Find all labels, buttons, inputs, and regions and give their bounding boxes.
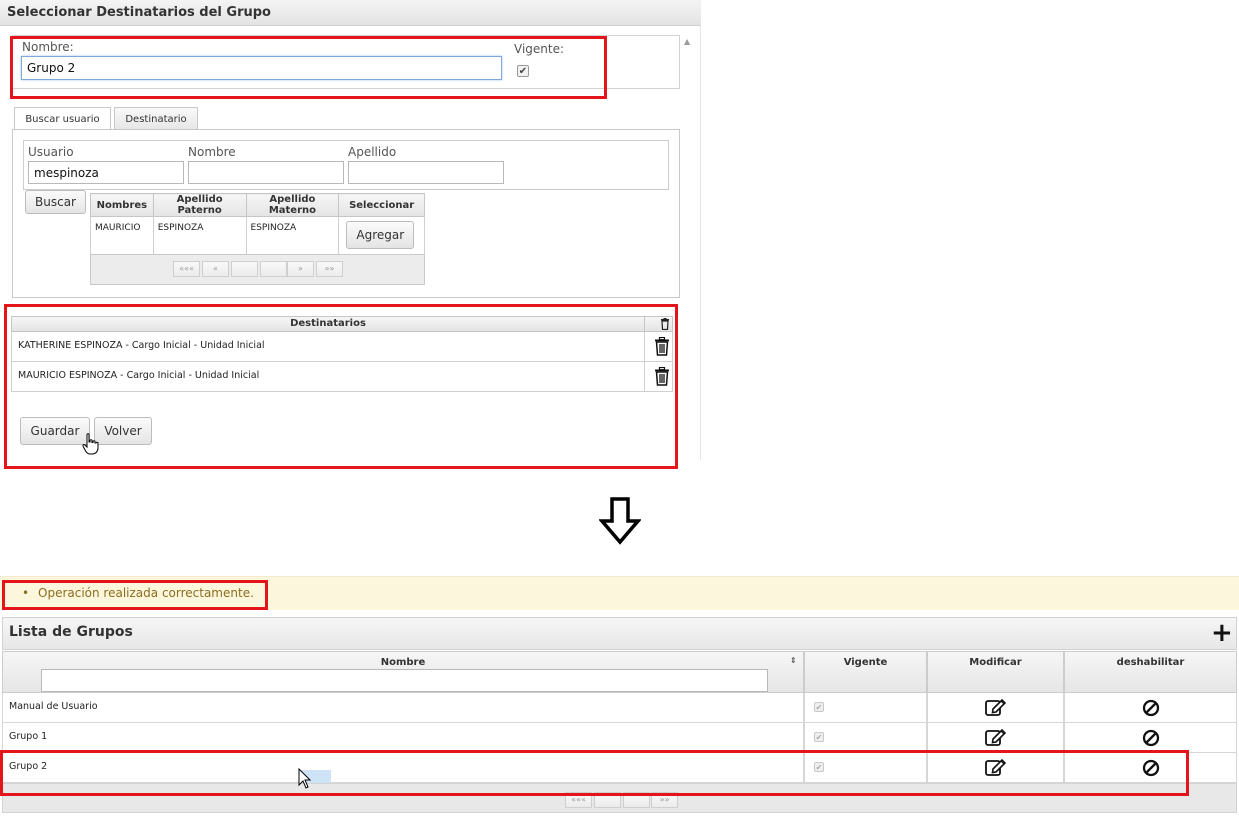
vigente-checkbox: ✔ xyxy=(814,762,824,772)
first-page-button[interactable]: ««« xyxy=(565,792,592,808)
pointer-cursor-icon xyxy=(298,767,312,789)
vertical-scrollbar[interactable] xyxy=(700,26,701,460)
buscar-button[interactable]: Buscar xyxy=(25,190,86,214)
disable-icon[interactable] xyxy=(1142,759,1160,777)
nombre-label: Nombre: xyxy=(22,40,74,54)
add-group-icon[interactable]: + xyxy=(1211,620,1233,646)
col-nombres: Nombres xyxy=(90,193,154,217)
col-nombre-header[interactable]: Nombre ⇕ xyxy=(2,651,804,693)
page-number-button[interactable] xyxy=(594,792,621,808)
group-name: Grupo 1 xyxy=(9,731,48,742)
volver-button[interactable]: Volver xyxy=(94,417,152,445)
usuario-search-input[interactable] xyxy=(28,161,184,184)
disable-icon[interactable] xyxy=(1142,699,1160,717)
col-apellido-materno: Apellido Materno xyxy=(245,193,340,217)
delete-recipient-icon[interactable] xyxy=(654,366,669,386)
vigente-checkbox: ✔ xyxy=(814,732,824,742)
cell-nombre: Grupo 1 xyxy=(2,723,804,753)
groups-pager: ««« »» xyxy=(2,783,1237,813)
destinatario-text: MAURICIO ESPINOZA - Cargo Inicial - Unid… xyxy=(18,370,260,381)
vigente-checkbox: ✔ xyxy=(814,702,824,712)
cell-nombre: Manual de Usuario xyxy=(2,693,804,723)
col-modificar-header: Modificar xyxy=(927,651,1064,693)
nombre-search-input[interactable] xyxy=(188,161,344,184)
vigente-checkbox[interactable]: ✔ xyxy=(517,65,529,77)
vigente-label: Vigente: xyxy=(514,42,565,56)
tab-buscar-usuario[interactable]: Buscar usuario xyxy=(14,107,111,130)
next-page-button[interactable]: » xyxy=(287,261,314,277)
tab-destinatario[interactable]: Destinatario xyxy=(114,107,198,129)
first-page-button[interactable]: ««« xyxy=(173,261,200,277)
apellido-search-input[interactable] xyxy=(348,161,504,184)
success-message: Operación realizada correctamente. xyxy=(38,586,254,600)
cell-nombre: Grupo 2 xyxy=(2,753,804,783)
column-divider xyxy=(644,317,645,332)
page-number-button[interactable] xyxy=(231,261,258,277)
groups-list-header: Lista de Grupos + xyxy=(2,617,1237,650)
group-name: Grupo 2 xyxy=(9,761,48,772)
col-nombre-label: Nombre xyxy=(380,657,426,668)
agregar-button[interactable]: Agregar xyxy=(346,221,415,249)
cell-deshabilitar xyxy=(1064,693,1237,723)
nombre-filter-input[interactable] xyxy=(41,669,768,692)
group-recipients-panel: Seleccionar Destinatarios del Grupo ▲ No… xyxy=(0,0,701,469)
success-message-bar: • Operación realizada correctamente. xyxy=(0,576,1239,610)
cell-vigente: ✔ xyxy=(804,723,927,753)
edit-icon[interactable] xyxy=(985,757,1007,780)
prev-page-button[interactable]: « xyxy=(202,261,229,277)
col-apellido-paterno: Apellido Paterno xyxy=(152,193,247,217)
edit-icon[interactable] xyxy=(985,697,1007,720)
destinatario-row: MAURICIO ESPINOZA - Cargo Inicial - Unid… xyxy=(11,362,673,392)
last-page-button[interactable]: »» xyxy=(651,792,678,808)
cell-vigente: ✔ xyxy=(804,693,927,723)
guardar-button[interactable]: Guardar xyxy=(20,417,90,445)
search-results-table: Nombres Apellido Paterno Apellido Matern… xyxy=(90,193,425,260)
scroll-up-icon[interactable]: ▲ xyxy=(684,37,694,47)
destinatario-text: KATHERINE ESPINOZA - Cargo Inicial - Uni… xyxy=(18,340,265,351)
cell-modificar xyxy=(927,753,1064,783)
usuario-label: Usuario xyxy=(28,145,74,159)
col-seleccionar: Seleccionar xyxy=(338,193,425,217)
col-deshabilitar-header: deshabilitar xyxy=(1064,651,1237,693)
cell-deshabilitar xyxy=(1064,753,1237,783)
cell-modificar xyxy=(927,723,1064,753)
last-page-button[interactable]: »» xyxy=(316,261,343,277)
col-vigente-header: Vigente xyxy=(804,651,927,693)
destinatario-row: KATHERINE ESPINOZA - Cargo Inicial - Uni… xyxy=(11,332,673,362)
trash-icon[interactable] xyxy=(660,318,670,331)
nombre-search-label: Nombre xyxy=(188,145,236,159)
cell-vigente: ✔ xyxy=(804,753,927,783)
column-divider xyxy=(644,362,645,391)
groups-list-title: Lista de Grupos xyxy=(9,624,133,640)
edit-icon[interactable] xyxy=(985,727,1007,750)
page-number-button[interactable] xyxy=(260,261,287,277)
disable-icon[interactable] xyxy=(1142,729,1160,747)
sort-icon[interactable]: ⇕ xyxy=(790,656,797,665)
down-arrow-icon xyxy=(598,497,642,545)
cell-modificar xyxy=(927,693,1064,723)
destinatarios-header: Destinatarios xyxy=(11,316,673,332)
destinatarios-title: Destinatarios xyxy=(290,318,366,329)
cell-deshabilitar xyxy=(1064,723,1237,753)
hand-cursor-icon xyxy=(82,433,100,455)
panel-title: Seleccionar Destinatarios del Grupo xyxy=(0,0,701,26)
page-number-button[interactable] xyxy=(623,792,650,808)
apellido-label: Apellido xyxy=(348,145,397,159)
bullet: • xyxy=(22,586,30,600)
delete-recipient-icon[interactable] xyxy=(654,336,669,356)
results-pager: ««« « » »» xyxy=(90,254,425,285)
group-name-input[interactable] xyxy=(21,56,502,80)
group-name: Manual de Usuario xyxy=(9,701,98,712)
column-divider xyxy=(644,332,645,361)
